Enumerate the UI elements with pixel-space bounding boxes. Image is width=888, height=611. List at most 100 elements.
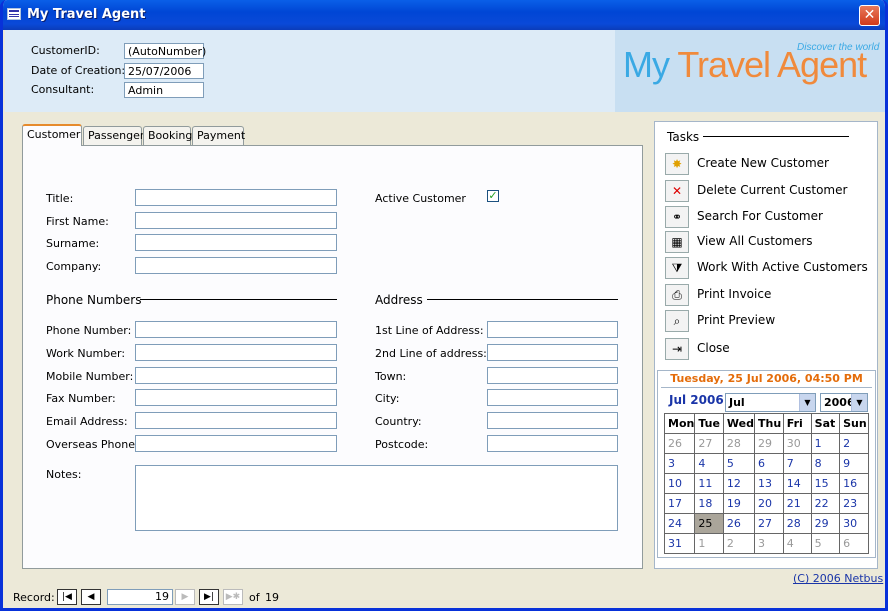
chevron-down-icon: ▼: [851, 394, 867, 411]
print-preview-button[interactable]: ⌕ Print Preview: [665, 310, 870, 334]
calendar-day[interactable]: 31: [663, 533, 696, 554]
window-title: My Travel Agent: [27, 7, 146, 22]
date-of-creation-field[interactable]: 25/07/2006: [124, 63, 204, 79]
first-record-button[interactable]: |◀: [57, 589, 77, 605]
calendar-day[interactable]: 20: [754, 493, 784, 514]
phone-number-input[interactable]: [135, 321, 337, 338]
calendar-day[interactable]: 23: [839, 493, 869, 514]
fax-number-input[interactable]: [135, 389, 337, 406]
calendar-day[interactable]: 28: [782, 513, 812, 534]
calendar-day[interactable]: 28: [722, 433, 756, 454]
calendar-day[interactable]: 3: [663, 453, 696, 474]
view-all-customers-button[interactable]: ▦ View All Customers: [665, 231, 870, 255]
calendar-day[interactable]: 19: [722, 493, 756, 514]
last-record-button[interactable]: ▶|: [199, 589, 219, 605]
calendar-day[interactable]: 26: [663, 433, 696, 454]
calendar-day[interactable]: 12: [722, 473, 756, 494]
address-line2-label: 2nd Line of address:: [375, 347, 487, 360]
mobile-number-input[interactable]: [135, 367, 337, 384]
phone-number-label: Phone Number:: [46, 324, 132, 337]
calendar-day[interactable]: 8: [810, 453, 841, 474]
active-customer-checkbox[interactable]: ✓: [487, 190, 499, 202]
tab-passenger[interactable]: Passenger: [83, 126, 144, 145]
logo-text: My Travel Agent: [623, 44, 867, 86]
close-window-button[interactable]: ✕: [859, 5, 880, 26]
calendar-day[interactable]: 10: [663, 473, 696, 494]
calendar-day[interactable]: 30: [839, 513, 869, 534]
mobile-number-label: Mobile Number:: [46, 370, 134, 383]
weekday-header: Fri: [782, 413, 812, 434]
close-button[interactable]: ⇥ Close: [665, 338, 870, 362]
calendar-day[interactable]: 25: [694, 513, 724, 534]
form-icon: [7, 8, 21, 20]
calendar-day[interactable]: 18: [694, 493, 724, 514]
next-record-button[interactable]: ▶: [175, 589, 195, 605]
calendar-day[interactable]: 2: [839, 433, 869, 454]
calendar-day[interactable]: 5: [722, 453, 756, 474]
customer-id-label: CustomerID:: [31, 44, 100, 57]
city-input[interactable]: [487, 389, 618, 406]
calendar-day[interactable]: 2: [722, 533, 756, 554]
calendar-day[interactable]: 27: [754, 513, 784, 534]
calendar-day[interactable]: 22: [810, 493, 841, 514]
calendar-day[interactable]: 21: [782, 493, 812, 514]
tasks-heading: Tasks: [667, 130, 700, 144]
address-line2-input[interactable]: [487, 344, 618, 361]
search-for-customer-button[interactable]: ⚭ Search For Customer: [665, 206, 870, 230]
calendar-day[interactable]: 11: [694, 473, 724, 494]
calendar-day[interactable]: 13: [754, 473, 784, 494]
town-input[interactable]: [487, 367, 618, 384]
calendar-day[interactable]: 29: [754, 433, 784, 454]
calendar-day[interactable]: 5: [810, 533, 841, 554]
calendar-day[interactable]: 4: [782, 533, 812, 554]
calendar-day[interactable]: 24: [663, 513, 696, 534]
address-line1-input[interactable]: [487, 321, 618, 338]
calendar-day[interactable]: 1: [810, 433, 841, 454]
tab-booking[interactable]: Booking: [143, 126, 192, 145]
country-label: Country:: [375, 415, 422, 428]
print-invoice-button[interactable]: ⎙ Print Invoice: [665, 284, 870, 308]
work-number-input[interactable]: [135, 344, 337, 361]
calendar-day[interactable]: 15: [810, 473, 841, 494]
logo-text-part1: My: [623, 44, 678, 85]
copyright-link[interactable]: (C) 2006 Netbus: [793, 572, 883, 585]
delete-current-customer-button[interactable]: ✕ Delete Current Customer: [665, 180, 870, 204]
work-with-active-customers-button[interactable]: ⧩ Work With Active Customers: [665, 257, 870, 281]
calendar-day[interactable]: 17: [663, 493, 696, 514]
calendar-day[interactable]: 6: [754, 453, 784, 474]
new-record-button[interactable]: ▶✱: [223, 589, 243, 605]
consultant-field[interactable]: Admin: [124, 82, 204, 98]
surname-input[interactable]: [135, 234, 337, 251]
notes-textarea[interactable]: [135, 465, 618, 531]
calendar-day[interactable]: 9: [839, 453, 869, 474]
postcode-input[interactable]: [487, 435, 618, 452]
country-input[interactable]: [487, 412, 618, 429]
customer-id-field[interactable]: (AutoNumber): [124, 43, 206, 59]
calendar-day[interactable]: 4: [694, 453, 724, 474]
calendar-day[interactable]: 26: [722, 513, 756, 534]
tab-customer[interactable]: Customer: [22, 124, 82, 146]
calendar-day[interactable]: 1: [694, 533, 724, 554]
calendar-day[interactable]: 3: [754, 533, 784, 554]
weekday-header: Wed: [722, 413, 756, 434]
company-input[interactable]: [135, 257, 337, 274]
calendar-day[interactable]: 30: [782, 433, 812, 454]
calendar-day[interactable]: 29: [810, 513, 841, 534]
calendar-day[interactable]: 16: [839, 473, 869, 494]
calendar-day[interactable]: 7: [782, 453, 812, 474]
title-input[interactable]: [135, 189, 337, 206]
calendar-day[interactable]: 6: [839, 533, 869, 554]
current-record-field[interactable]: 19: [107, 589, 173, 605]
record-navigator: Record: |◀ ◀ 19 ▶ ▶| ▶✱ of 19: [5, 587, 505, 607]
calendar-day[interactable]: 27: [694, 433, 724, 454]
tab-payment[interactable]: Payment: [192, 126, 245, 145]
year-select[interactable]: 2006 ▼: [820, 393, 868, 412]
previous-record-button[interactable]: ◀: [81, 589, 101, 605]
calendar-day[interactable]: 14: [782, 473, 812, 494]
create-new-customer-button[interactable]: ✸ Create New Customer: [665, 153, 870, 177]
tasks-divider: [703, 136, 849, 137]
overseas-phone-input[interactable]: [135, 435, 337, 452]
first-name-input[interactable]: [135, 212, 337, 229]
email-address-input[interactable]: [135, 412, 337, 429]
month-select[interactable]: Jul ▼: [725, 393, 816, 412]
